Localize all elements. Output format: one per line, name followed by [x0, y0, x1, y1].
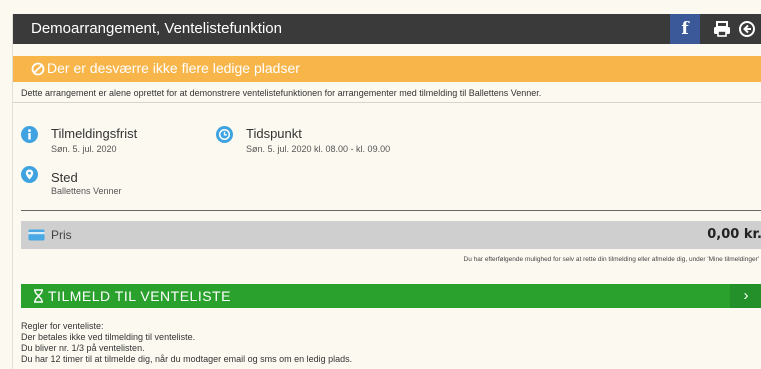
chevron-right-icon[interactable]: ›: [730, 284, 761, 308]
waitlist-rules: Regler for venteliste: Der betales ikke …: [21, 321, 352, 365]
sold-out-alert: Der er desværre ikke flere ledige pladse…: [13, 56, 761, 82]
location-pin-icon: [21, 166, 38, 183]
info-icon: [21, 126, 38, 143]
deadline-label: Tilmeldingsfrist: [51, 126, 138, 141]
event-description: Dette arrangement er alene oprettet for …: [21, 88, 542, 98]
waitlist-signup-button[interactable]: TILMELD TIL VENTELISTE ›: [21, 284, 761, 308]
facebook-icon: f: [681, 19, 689, 39]
credit-card-icon: [28, 229, 45, 241]
rules-line: Du bliver nr. 1/3 på ventelisten.: [21, 343, 145, 353]
facebook-share-button[interactable]: f: [670, 14, 700, 44]
rules-heading: Regler for venteliste:: [21, 321, 104, 331]
rules-line: Der betales ikke ved tilmelding til vent…: [21, 332, 196, 342]
event-panel: Demoarrangement, Ventelistefunktion f De…: [12, 14, 761, 369]
print-icon[interactable]: [713, 20, 731, 38]
rules-line: Du har 12 timer til at tilmelde dig, når…: [21, 354, 353, 364]
ban-icon: [31, 62, 45, 76]
price-value: 0,00 kr.: [707, 227, 761, 242]
time-value: Søn. 5. jul. 2020 kl. 08.00 - kl. 09.00: [246, 144, 391, 154]
divider: [21, 210, 761, 211]
place-label: Sted: [51, 170, 78, 185]
divider: [13, 102, 761, 103]
deadline-value: Søn. 5. jul. 2020: [51, 144, 117, 154]
waitlist-signup-label: TILMELD TIL VENTELISTE: [48, 288, 231, 304]
price-label: Pris: [51, 228, 72, 242]
alert-text: Der er desværre ikke flere ledige pladse…: [47, 60, 300, 76]
event-title: Demoarrangement, Ventelistefunktion: [31, 20, 282, 37]
edit-registration-note: Du har efterfølgende mulighed for selv a…: [463, 256, 760, 263]
place-value: Ballettens Venner: [51, 186, 122, 196]
price-row: Pris 0,00 kr.: [21, 221, 761, 249]
close-circle-icon[interactable]: [738, 20, 756, 38]
hourglass-icon: [34, 289, 43, 303]
event-header: Demoarrangement, Ventelistefunktion f: [13, 14, 761, 44]
time-label: Tidspunkt: [246, 126, 302, 141]
clock-icon: [216, 126, 233, 143]
